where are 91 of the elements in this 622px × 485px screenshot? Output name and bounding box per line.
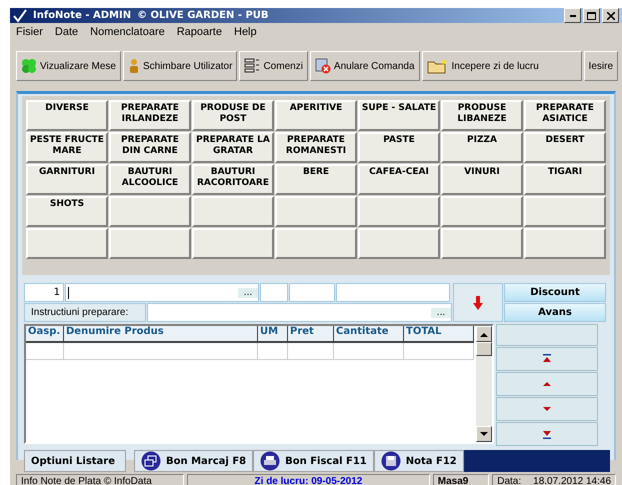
- print-button[interactable]: Nota F12: [374, 450, 464, 472]
- category-button[interactable]: PRODUSE LIBANEZE: [441, 100, 523, 131]
- column-header: UM: [258, 326, 288, 343]
- minimize-button[interactable]: [564, 8, 581, 23]
- toolbar-button[interactable]: Incepere zi de lucru: [422, 51, 582, 81]
- category-button[interactable]: DIVERSE: [26, 100, 108, 131]
- browse-button[interactable]: ...: [238, 288, 258, 298]
- print-options-button[interactable]: Optiuni Listare: [24, 450, 126, 472]
- category-button[interactable]: BAUTURI ALCOOLICE: [109, 164, 191, 195]
- caret-icon: [541, 379, 553, 389]
- scroll-up-icon: [480, 332, 488, 336]
- category-button[interactable]: PRODUSE DE POST: [192, 100, 274, 131]
- product-field[interactable]: ...: [65, 283, 259, 302]
- folder-icon: [426, 58, 449, 74]
- skip-arrow-icon: [541, 429, 553, 439]
- scrollbar[interactable]: [476, 326, 492, 442]
- down-arrow-icon: [473, 296, 483, 310]
- status-workday: Zi de lucru: 09-05-2012: [187, 474, 430, 485]
- minimize-icon: [570, 14, 576, 16]
- menu-item[interactable]: Date: [54, 26, 78, 38]
- toolbar-button[interactable]: Iesire: [584, 51, 618, 81]
- toolbar-button[interactable]: Comenzi: [239, 51, 308, 81]
- category-button[interactable]: BAUTURI RACORITOARE: [192, 164, 274, 195]
- checkmark-icon: [13, 8, 27, 22]
- floppy-disk-icon: [380, 451, 401, 471]
- column-header: TOTAL: [404, 326, 474, 343]
- category-button[interactable]: PREPARATE DIN CARNE: [109, 132, 191, 163]
- skip-arrow-icon: [541, 354, 553, 364]
- category-button[interactable]: PREPARATE ASIATICE: [524, 100, 606, 131]
- category-button[interactable]: SHOTS: [26, 196, 108, 227]
- print-button[interactable]: Bon Marcaj F8: [134, 450, 254, 472]
- toolbar-button[interactable]: Schimbare Utilizator: [122, 51, 238, 81]
- category-button[interactable]: PREPARATE IRLANDEZE: [109, 100, 191, 131]
- menu-item[interactable]: Fisier: [16, 26, 43, 38]
- category-button[interactable]: GARNITURI: [26, 164, 108, 195]
- toolbar-button[interactable]: Vizualizare Mese: [16, 51, 121, 81]
- scroll-thumb[interactable]: [476, 342, 492, 356]
- category-button[interactable]: DESERT: [524, 132, 606, 163]
- cancel-icon: [314, 58, 331, 74]
- column-header: Cantitate: [334, 326, 404, 343]
- list-icon: [244, 58, 260, 74]
- input-field[interactable]: [260, 283, 288, 302]
- table-cell: [258, 343, 288, 360]
- instructions-label: Instructiuni preparare:: [24, 303, 146, 322]
- side-button[interactable]: Discount: [504, 283, 606, 302]
- windows-icon: [141, 451, 162, 471]
- scroll-down-icon: [480, 432, 488, 436]
- caret-icon: [541, 404, 553, 414]
- menu-item[interactable]: Help: [234, 26, 257, 38]
- category-button[interactable]: APERITIVE: [275, 100, 357, 131]
- menu-item[interactable]: Nomenclatoare: [90, 26, 165, 38]
- category-button[interactable]: CAFEA-CEAI: [358, 164, 440, 195]
- category-button[interactable]: SUPE - SALATE: [358, 100, 440, 131]
- close-button[interactable]: [602, 8, 619, 23]
- category-button[interactable]: BERE: [275, 164, 357, 195]
- column-header: Pret: [288, 326, 334, 343]
- table-cell: [334, 343, 404, 360]
- clover-icon: [21, 58, 37, 74]
- maximize-button[interactable]: [583, 8, 600, 23]
- side-button[interactable]: Avans: [504, 303, 606, 322]
- instructions-field[interactable]: ...: [147, 303, 452, 322]
- status-table: Masa9: [432, 474, 490, 485]
- status-app: Info Note de Plata © InfoData: [16, 474, 184, 485]
- column-header: Oasp.: [26, 326, 64, 343]
- close-icon: [606, 12, 614, 20]
- window-title: InfoNote - ADMIN: [33, 10, 132, 21]
- category-button[interactable]: VINURI: [441, 164, 523, 195]
- table-cell: [288, 343, 334, 360]
- category-button[interactable]: PASTE: [358, 132, 440, 163]
- category-button[interactable]: PIZZA: [441, 132, 523, 163]
- print-button[interactable]: Bon Fiscal F11: [253, 450, 374, 472]
- person-icon: [128, 58, 140, 74]
- menu-item[interactable]: Rapoarte: [176, 26, 222, 38]
- column-header: Denumire Produs: [64, 326, 258, 343]
- input-field[interactable]: [289, 283, 335, 302]
- category-button[interactable]: TIGARI: [524, 164, 606, 195]
- maximize-icon: [587, 12, 596, 20]
- category-button[interactable]: PESTE FRUCTE MARE: [26, 132, 108, 163]
- category-button[interactable]: PREPARATE LA GRATAR: [192, 132, 274, 163]
- add-button[interactable]: [453, 283, 503, 322]
- date-value: 18.07.2012 14:46: [533, 476, 612, 485]
- input-field[interactable]: [336, 283, 450, 302]
- printer-icon: [260, 451, 280, 471]
- category-button[interactable]: PREPARATE ROMANESTI: [275, 132, 357, 163]
- date-label: Data:: [497, 476, 522, 485]
- quantity-field[interactable]: 1: [24, 283, 64, 302]
- browse-button[interactable]: ...: [431, 308, 451, 318]
- toolbar-button[interactable]: Anulare Comanda: [310, 51, 420, 81]
- table-cell: [26, 343, 64, 360]
- table-cell: [404, 343, 474, 360]
- window-subtitle: © OLIVE GARDEN - PUB: [137, 10, 269, 21]
